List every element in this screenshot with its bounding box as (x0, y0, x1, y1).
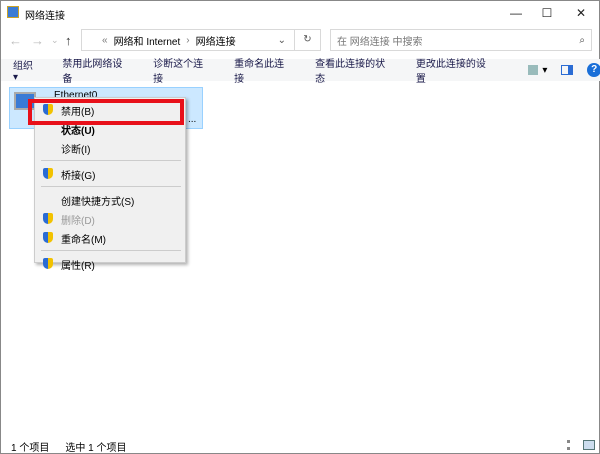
address-prefix: « (102, 34, 108, 46)
preview-pane-icon[interactable] (561, 65, 574, 75)
menu-item-label: 桥接(G) (61, 170, 96, 182)
diagnose-button[interactable]: 诊断这个连接 (153, 55, 212, 85)
organize-button[interactable]: 组织 ▾ (13, 57, 40, 83)
search-icon[interactable]: ⌕ (579, 35, 585, 46)
menu-item-4[interactable]: 桥接(G) (35, 165, 185, 183)
forward-button[interactable]: → (31, 33, 44, 48)
maximize-button[interactable]: ☐ (532, 3, 562, 23)
menu-item-label: 属性(R) (61, 260, 95, 272)
back-button[interactable]: ← (9, 33, 22, 48)
large-icons-view-icon[interactable] (583, 440, 595, 450)
menu-item-10[interactable]: 属性(R) (35, 255, 185, 273)
refresh-button[interactable]: ↻ (295, 29, 321, 51)
minimize-button[interactable]: — (501, 3, 531, 23)
menu-item-6[interactable]: 创建快捷方式(S) (35, 191, 185, 209)
address-bar[interactable]: « 网络和 Internet › 网络连接 ⌄ (81, 29, 295, 51)
search-placeholder: 在 网络连接 中搜索 (337, 36, 423, 48)
disable-device-button[interactable]: 禁用此网络设备 (62, 55, 131, 85)
menu-separator (41, 250, 181, 251)
uac-shield-icon (43, 168, 53, 179)
window-title: 网络连接 (25, 11, 65, 22)
rename-button[interactable]: 重命名此连接 (234, 55, 293, 85)
close-button[interactable]: ✕ (566, 3, 596, 23)
details-view-icon[interactable] (567, 440, 577, 450)
menu-separator (41, 186, 181, 187)
breadcrumb-network-connections[interactable]: 网络连接 (196, 33, 236, 48)
command-bar: 组织 ▾ 禁用此网络设备 诊断这个连接 重命名此连接 查看此连接的状态 更改此连… (1, 57, 600, 85)
menu-item-label: 创建快捷方式(S) (61, 196, 135, 208)
menu-separator (41, 160, 181, 161)
menu-item-label: 诊断(I) (61, 144, 91, 156)
uac-shield-icon (43, 232, 53, 243)
view-options-icon[interactable] (528, 65, 539, 75)
uac-shield-icon (43, 213, 53, 224)
adapter-detail-ellipsis: ... (188, 114, 197, 125)
network-connections-app-icon (7, 6, 19, 18)
menu-item-8[interactable]: 重命名(M) (35, 229, 185, 247)
search-input[interactable]: 在 网络连接 中搜索 ⌕ (330, 29, 592, 51)
menu-item-2[interactable]: 诊断(I) (35, 139, 185, 157)
address-dropdown-icon[interactable]: ⌄ (278, 35, 286, 46)
item-count: 1 个项目 (11, 443, 50, 454)
breadcrumb-network-internet[interactable]: 网络和 Internet (114, 33, 181, 48)
view-status-button[interactable]: 查看此连接的状态 (315, 55, 394, 85)
menu-item-label: 删除(D) (61, 215, 95, 227)
up-button[interactable]: ↑ (65, 33, 72, 48)
breadcrumb-separator: › (186, 34, 190, 46)
selected-count: 选中 1 个项目 (65, 443, 127, 454)
menu-item-label: 重命名(M) (61, 234, 106, 246)
recent-locations-button[interactable]: ⌄ (51, 35, 59, 46)
help-icon[interactable]: ? (587, 63, 600, 77)
change-settings-button[interactable]: 更改此连接的设置 (416, 55, 495, 85)
status-bar: 1 个项目 选中 1 个项目 (11, 439, 126, 454)
menu-item-7: 删除(D) (35, 210, 185, 228)
highlight-box (28, 99, 184, 125)
uac-shield-icon (43, 258, 53, 269)
view-options-dropdown[interactable]: ▾ (542, 65, 547, 76)
